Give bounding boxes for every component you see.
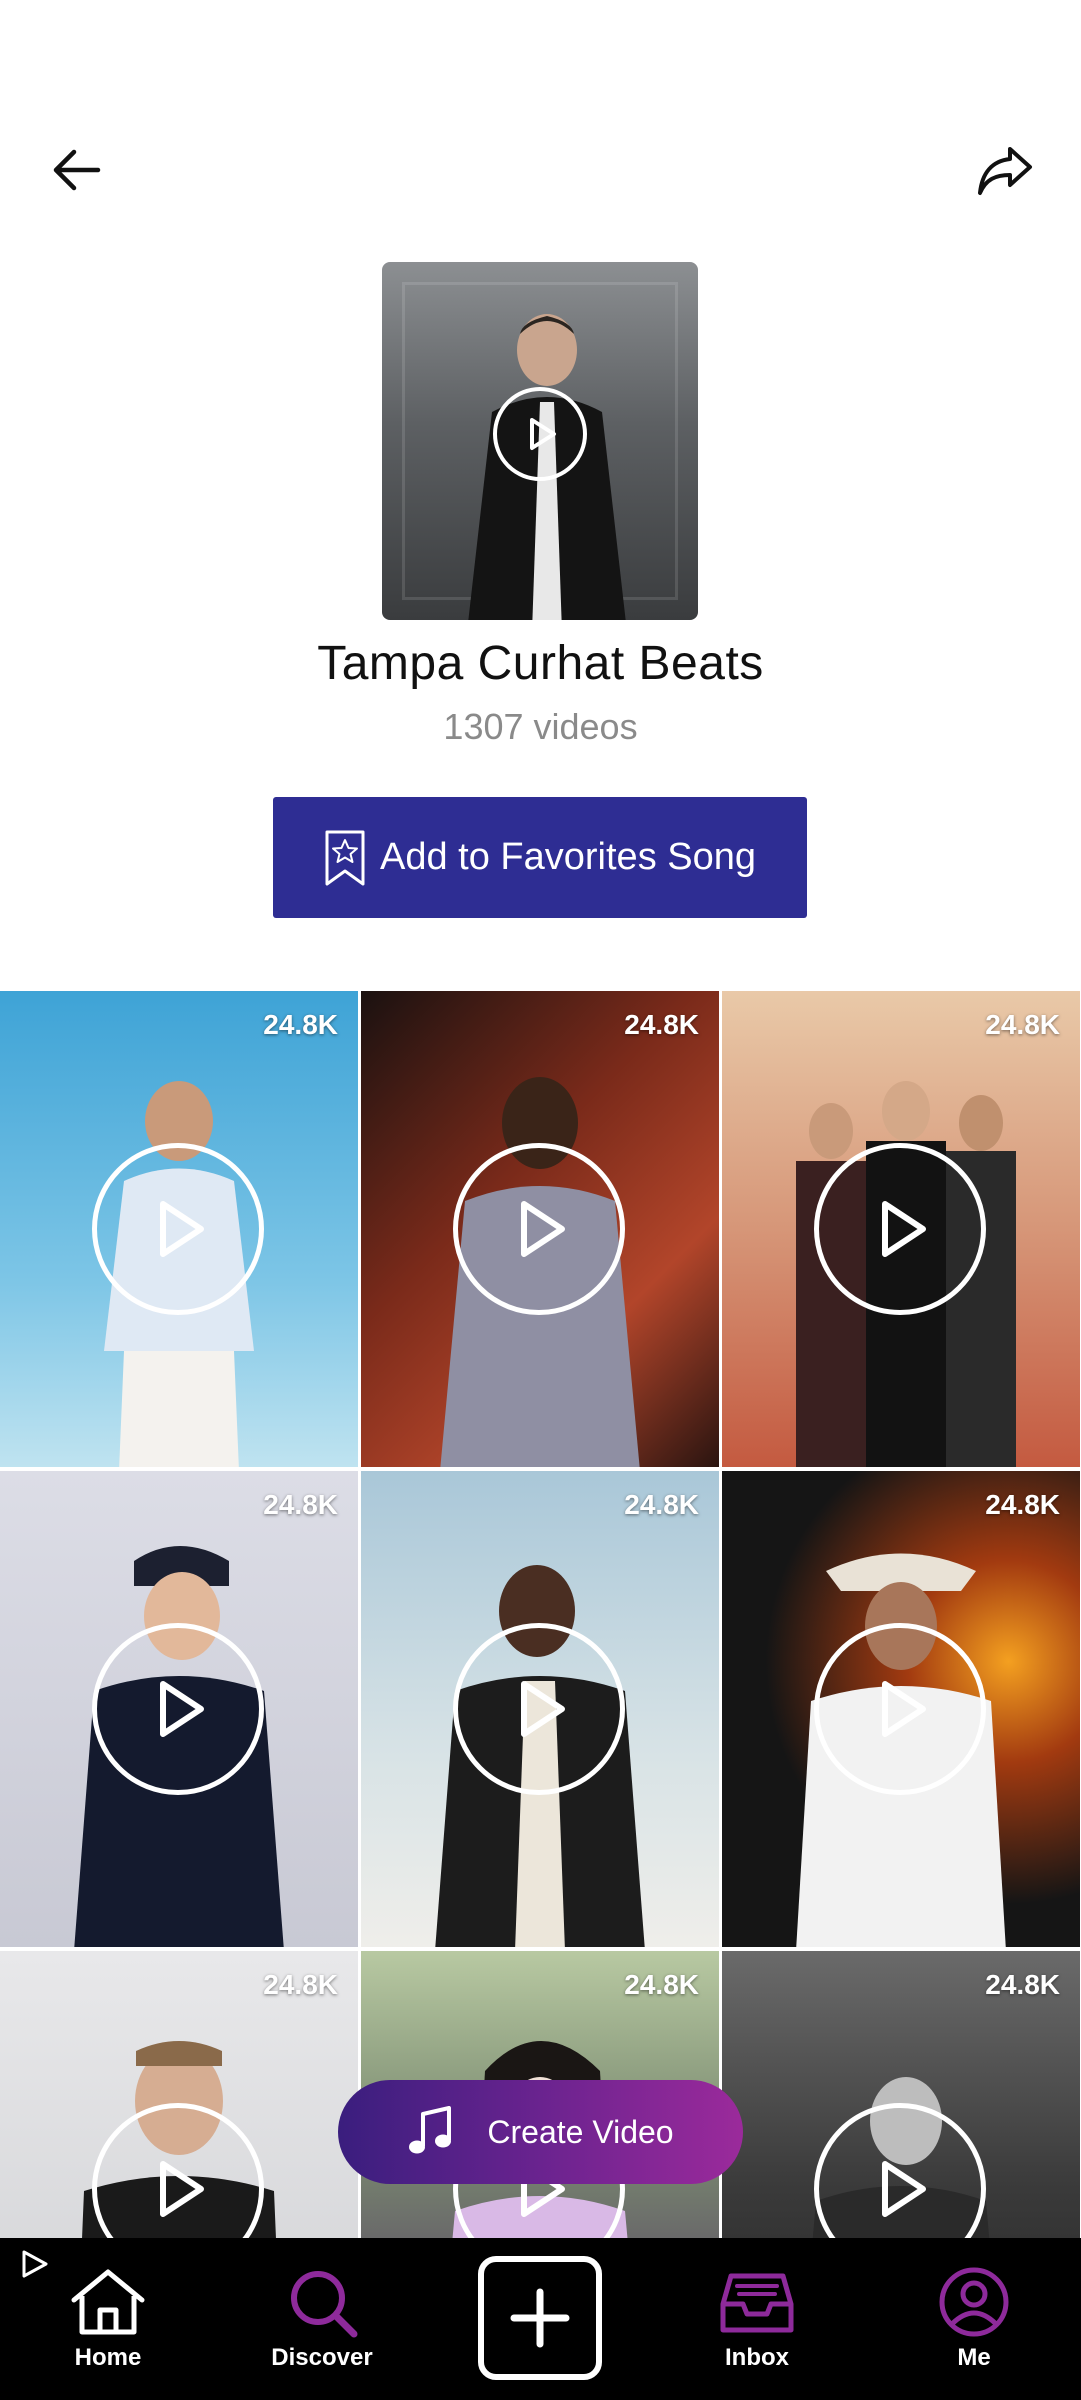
nav-me[interactable]: Me [894, 2238, 1054, 2400]
nav-home[interactable]: Home [28, 2238, 188, 2400]
play-icon [160, 1681, 204, 1737]
music-note-icon [409, 2106, 452, 2154]
play-button[interactable] [453, 1143, 625, 1315]
video-tile[interactable]: 24.8K [722, 991, 1080, 1467]
play-icon [160, 1201, 204, 1257]
nav-home-label: Home [74, 2344, 142, 2371]
view-count: 24.8K [624, 1489, 699, 1520]
create-video-button[interactable]: Create Video [338, 2080, 743, 2184]
view-count: 24.8K [985, 1009, 1060, 1040]
video-tile[interactable]: 24.8K [0, 1951, 358, 2240]
arrow-left-icon [53, 149, 101, 191]
play-icon [882, 2161, 926, 2217]
nav-me-label: Me [957, 2344, 991, 2371]
view-count: 24.8K [985, 1969, 1060, 2000]
view-count: 24.8K [985, 1489, 1060, 1520]
play-icon [882, 1681, 926, 1737]
back-button[interactable] [36, 130, 116, 210]
video-tile[interactable]: 24.8K [722, 1471, 1080, 1947]
add-to-favorites-label: Add to Favorites Song [380, 836, 756, 878]
bookmark-star-icon [325, 830, 365, 885]
home-icon [71, 2269, 145, 2335]
nav-inbox-label: Inbox [725, 2344, 789, 2371]
play-icon [530, 418, 556, 450]
play-icon [521, 1681, 565, 1737]
nav-inbox[interactable]: Inbox [677, 2238, 837, 2400]
nav-discover-label: Discover [271, 2344, 373, 2371]
view-count: 24.8K [624, 1969, 699, 2000]
create-video-label: Create Video [487, 2113, 674, 2150]
cover-play-button[interactable] [493, 387, 587, 481]
view-count: 24.8K [263, 1489, 338, 1520]
video-tile[interactable]: 24.8K [0, 991, 358, 1467]
play-button[interactable] [814, 1623, 986, 1795]
play-button[interactable] [92, 1143, 264, 1315]
create-tab-button[interactable] [478, 2256, 602, 2380]
view-count: 24.8K [624, 1009, 699, 1040]
bottom-navigation: Home Discover Inbox Me [0, 2238, 1081, 2400]
view-count: 24.8K [263, 1009, 338, 1040]
video-tile[interactable]: 24.8K [361, 1471, 719, 1947]
share-icon [978, 147, 1032, 195]
video-tile[interactable]: 24.8K [361, 991, 719, 1467]
share-button[interactable] [965, 130, 1045, 210]
inbox-icon [720, 2273, 794, 2333]
nav-discover[interactable]: Discover [242, 2238, 402, 2400]
song-cover[interactable] [382, 262, 698, 620]
play-icon [521, 1201, 565, 1257]
view-count: 24.8K [263, 1969, 338, 2000]
video-tile[interactable]: 24.8K [722, 1951, 1080, 2240]
play-icon [882, 1201, 926, 1257]
search-icon [291, 2271, 358, 2338]
add-to-favorites-button[interactable]: Add to Favorites Song [273, 797, 807, 918]
video-grid: 24.8K 24.8K 24.8K 24.8K 24.8K 24.8K 24.8… [0, 991, 1081, 2240]
song-title: Tampa Curhat Beats [317, 637, 764, 690]
video-count: 1307 videos [443, 706, 638, 747]
profile-icon [939, 2267, 1009, 2337]
play-button[interactable] [92, 1623, 264, 1795]
top-bar [0, 130, 1081, 210]
plus-icon [510, 2288, 570, 2348]
play-button[interactable] [453, 1623, 625, 1795]
video-tile[interactable]: 24.8K [0, 1471, 358, 1947]
play-icon [160, 2161, 204, 2217]
play-button[interactable] [814, 1143, 986, 1315]
